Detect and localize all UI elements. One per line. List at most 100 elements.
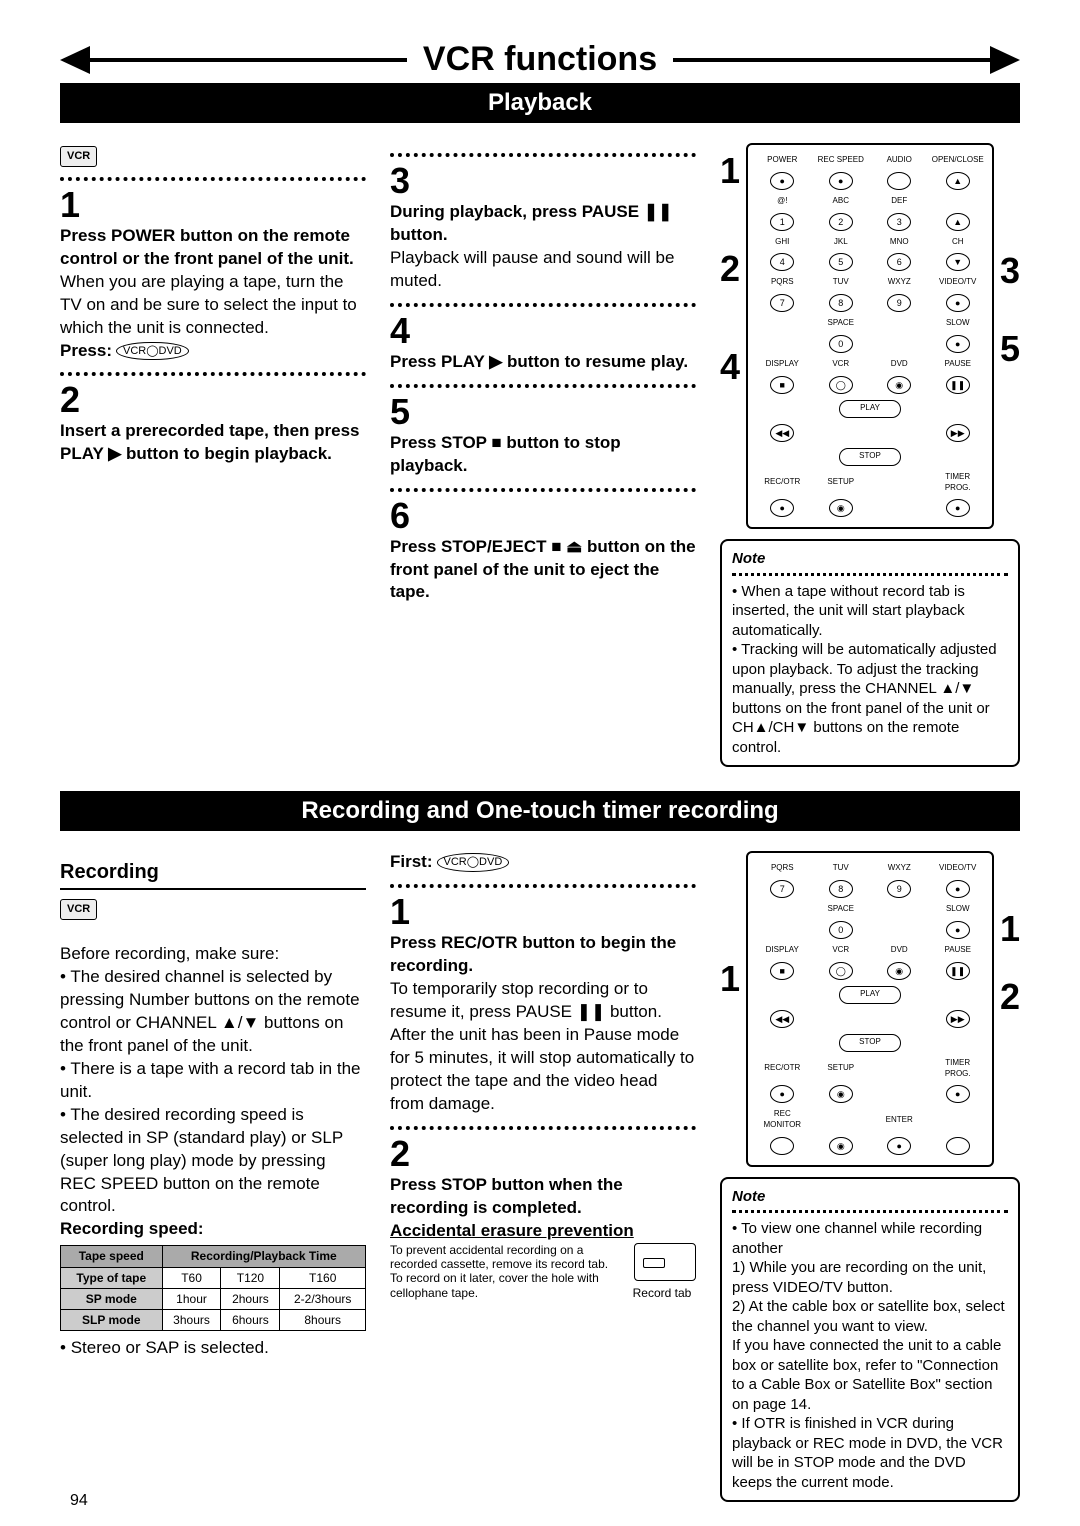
arrow-left-icon	[60, 46, 90, 74]
remote-label: GHI	[756, 237, 808, 248]
callout-1r: 1	[1000, 911, 1020, 947]
remote-button: ●	[829, 172, 853, 190]
step-1-body: When you are playing a tape, turn the TV…	[60, 271, 366, 340]
section-bar-playback: Playback	[60, 83, 1020, 123]
remote-label: VIDEO/TV	[931, 863, 983, 874]
table-cell: 2hours	[221, 1288, 280, 1309]
remote-label: REC/OTR	[756, 477, 808, 488]
playback-section: VCR 1 Press POWER button on the remote c…	[60, 143, 1020, 767]
recording-prereq: The desired recording speed is selected …	[60, 1105, 343, 1216]
remote-label: SETUP	[815, 1063, 867, 1074]
table-cell: 8hours	[280, 1309, 366, 1330]
remote-play-button: PLAY	[839, 400, 901, 418]
table-cell: T60	[162, 1267, 221, 1288]
step-number: 4	[390, 313, 696, 349]
remote-button: ■	[770, 376, 794, 394]
remote-label: PAUSE	[931, 359, 983, 370]
remote-label: OPEN/CLOSE	[931, 155, 983, 166]
remote-button: ◉	[829, 1137, 853, 1155]
accidental-erasure-heading: Accidental erasure prevention	[390, 1220, 696, 1243]
rec-step-1-body: To temporarily stop recording or to resu…	[390, 978, 696, 1116]
step-number: 5	[390, 394, 696, 430]
remote-label: AUDIO	[873, 155, 925, 166]
press-row: Press: VCR◯DVD	[60, 340, 366, 363]
callout-2: 2	[720, 251, 740, 287]
vcr-dvd-switch-icon: VCR◯DVD	[116, 342, 189, 361]
recording-col-3: 1 PQRSTUVWXYZVIDEO/TV 789● SPACESLOW 0● …	[720, 851, 1020, 1502]
remote-label: ABC	[815, 196, 867, 207]
remote-label: REC/OTR	[756, 1063, 808, 1074]
step-4-heading: Press PLAY ▶ button to resume play.	[390, 351, 696, 374]
remote-label: SETUP	[815, 477, 867, 488]
remote-button: ▲	[946, 172, 970, 190]
note-bullet: If OTR is finished in VCR during playbac…	[732, 1415, 1003, 1491]
remote-label: POWER	[756, 155, 808, 166]
remote-button: 6	[887, 253, 911, 271]
note-body: 2) At the cable box or satellite box, se…	[732, 1298, 1005, 1335]
remote-button: ◉	[829, 1085, 853, 1103]
vcr-dvd-switch-icon: VCR◯DVD	[437, 853, 510, 872]
remote-label: TIMER PROG.	[931, 472, 983, 494]
step-number: 1	[390, 894, 696, 930]
remote-label: WXYZ	[873, 863, 925, 874]
remote-button: ●	[887, 1137, 911, 1155]
dotted-divider	[390, 153, 696, 157]
remote-button: 5	[829, 253, 853, 271]
remote-button: 7	[770, 294, 794, 312]
dotted-divider	[390, 303, 696, 307]
note-body: 1) While you are recording on the unit, …	[732, 1259, 986, 1296]
step-3-body: Playback will pause and sound will be mu…	[390, 247, 696, 293]
remote-label: CH	[931, 237, 983, 248]
vcr-badge-icon: VCR	[60, 146, 97, 167]
rec-step-1-heading: Press REC/OTR button to begin the record…	[390, 932, 696, 978]
step-1-heading: Press POWER button on the remote control…	[60, 225, 366, 271]
remote-button: ❚❚	[946, 962, 970, 980]
remote-label: VCR	[815, 945, 867, 956]
remote-label: SLOW	[931, 904, 983, 915]
note-heading: Note	[732, 1188, 765, 1205]
step-number: 3	[390, 163, 696, 199]
recording-prereq: There is a tape with a record tab in the…	[60, 1059, 360, 1101]
remote-button: ■	[770, 962, 794, 980]
dotted-divider	[60, 177, 366, 181]
recording-col-1: Recording VCR Before recording, make sur…	[60, 851, 366, 1502]
dotted-divider	[390, 384, 696, 388]
remote-stop-button: STOP	[839, 1034, 901, 1052]
dotted-divider	[390, 488, 696, 492]
callout-5: 5	[1000, 331, 1020, 367]
remote-button: ●	[946, 880, 970, 898]
remote-label: ENTER	[873, 1115, 925, 1126]
remote-button: 1	[770, 213, 794, 231]
callout-2r: 2	[1000, 979, 1020, 1015]
dotted-divider	[732, 573, 1008, 576]
callout-4: 4	[720, 349, 740, 385]
note-bullet: To view one channel while recording anot…	[732, 1220, 982, 1257]
table-cell: T160	[280, 1267, 366, 1288]
table-cell: T120	[221, 1267, 280, 1288]
remote-label: DISPLAY	[756, 359, 808, 370]
remote-button: 9	[887, 294, 911, 312]
note-bullet: When a tape without record tab is insert…	[732, 583, 965, 639]
step-number: 2	[60, 382, 366, 418]
dotted-divider	[390, 884, 696, 888]
title-band: VCR functions	[60, 40, 1020, 79]
table-cell: 6hours	[221, 1309, 280, 1330]
step-number: 1	[60, 187, 366, 223]
remote-label: DISPLAY	[756, 945, 808, 956]
remote-label: WXYZ	[873, 277, 925, 288]
rule	[90, 58, 407, 62]
remote-button: 2	[829, 213, 853, 231]
remote-button: ●	[770, 499, 794, 517]
remote-button: ●	[946, 1085, 970, 1103]
step-3-heading: During playback, press PAUSE ❚❚ button.	[390, 201, 696, 247]
note-box-playback: Note • When a tape without record tab is…	[720, 539, 1020, 767]
table-header: Recording/Playback Time	[162, 1246, 365, 1267]
remote-label: VCR	[815, 359, 867, 370]
remote-label: PQRS	[756, 863, 808, 874]
page-number: 94	[70, 1492, 88, 1510]
remote-label: SPACE	[815, 904, 867, 915]
remote-button: ❚❚	[946, 376, 970, 394]
remote-button: 8	[829, 294, 853, 312]
remote-play-button: PLAY	[839, 986, 901, 1004]
recording-speed-heading: Recording speed:	[60, 1218, 366, 1241]
